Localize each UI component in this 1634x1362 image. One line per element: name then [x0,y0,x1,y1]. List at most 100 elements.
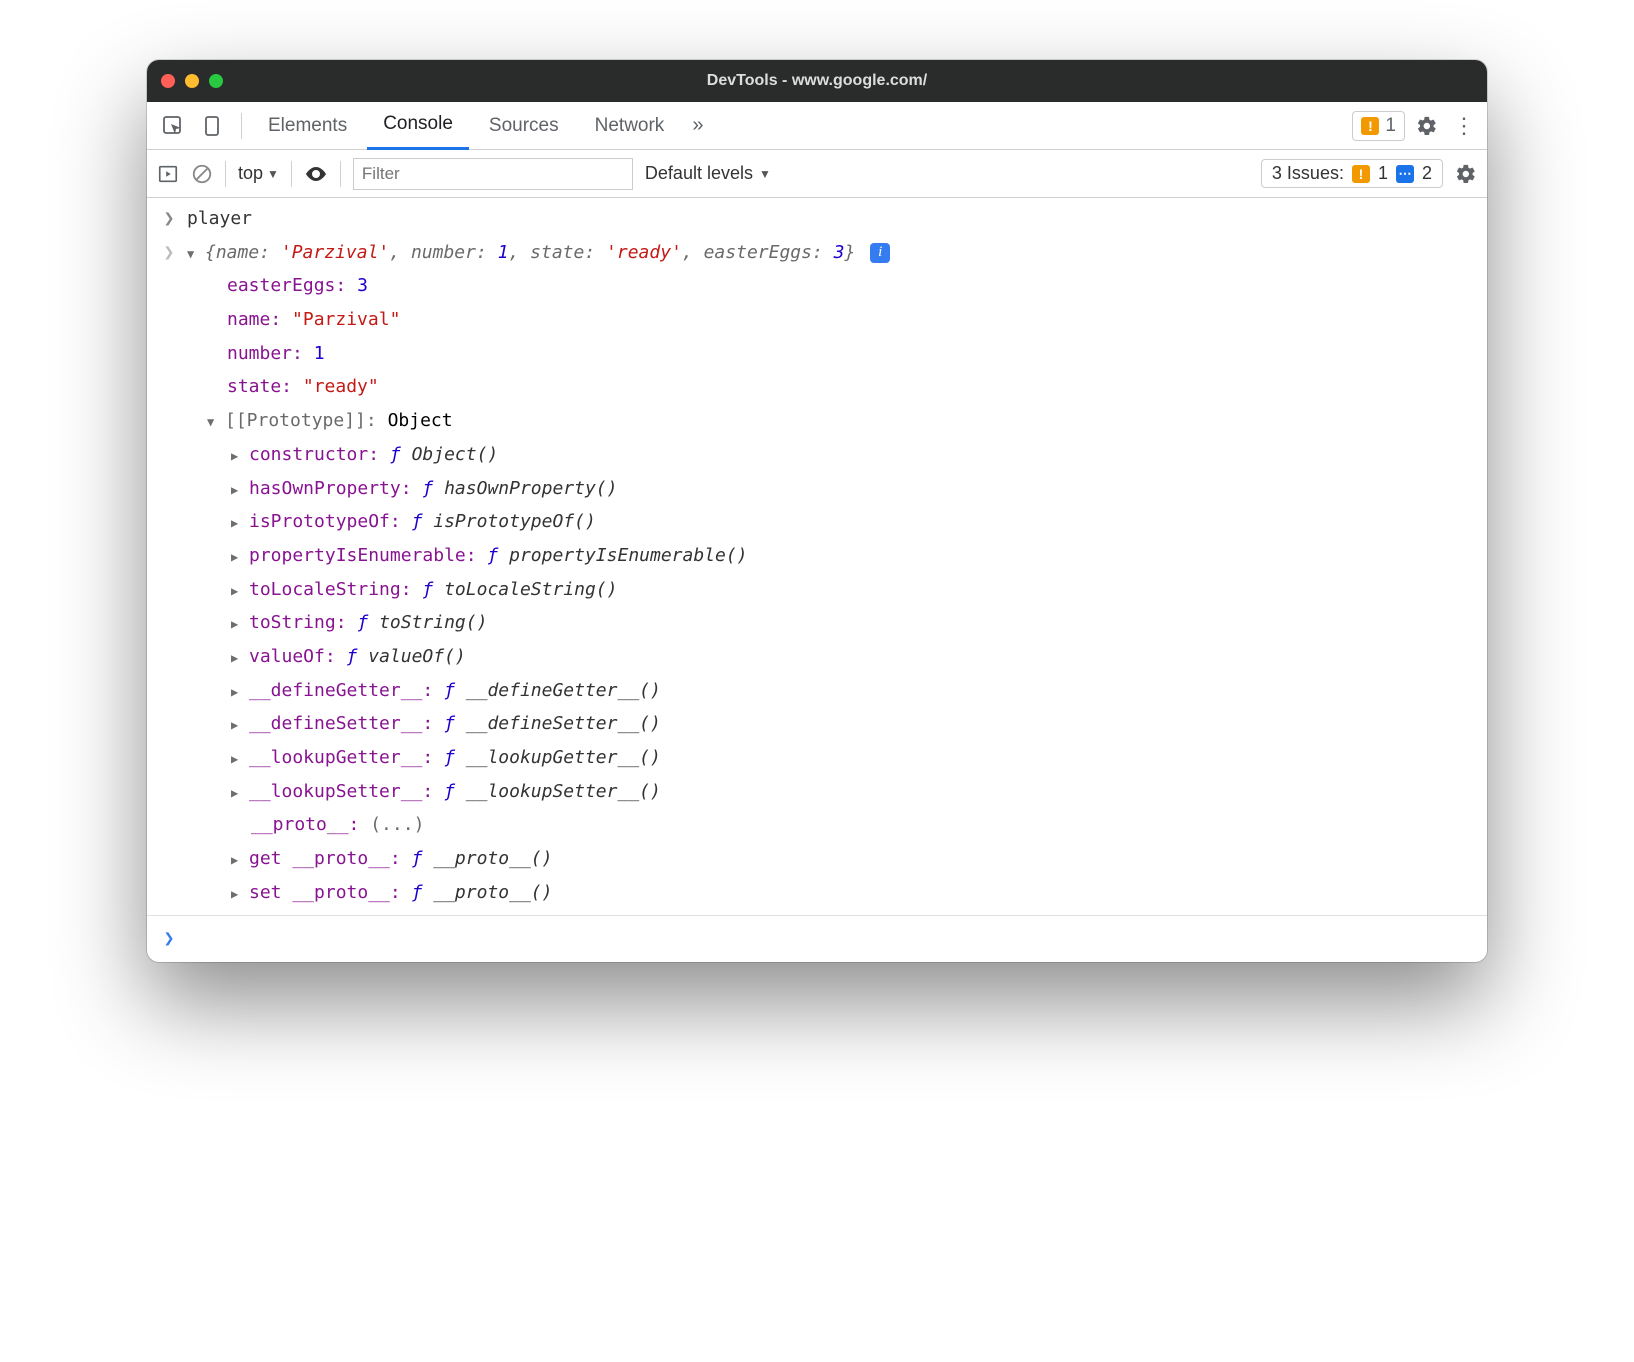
property-key: name: [227,309,281,330]
function-marker: ƒ [347,646,358,667]
settings-gear-icon[interactable] [1409,108,1445,144]
expand-triangle-icon[interactable]: ▶ [231,447,245,467]
expand-triangle-icon[interactable]: ▶ [231,514,245,534]
property-value: "ready" [303,376,379,397]
object-property-row[interactable]: easterEggs: 3 [147,269,1487,303]
tab-network[interactable]: Network [579,102,681,150]
info-tooltip-icon[interactable]: i [870,243,890,263]
function-marker: ƒ [412,882,423,903]
function-name: __defineSetter__() [466,713,661,734]
chevron-down-icon: ▼ [759,167,771,181]
prototype-method-row[interactable]: ▶propertyIsEnumerable: ƒ propertyIsEnume… [147,539,1487,573]
device-toggle-icon[interactable] [195,108,231,144]
method-key: isPrototypeOf: [249,511,401,532]
prototype-method-row[interactable]: ▶__defineGetter__: ƒ __defineGetter__() [147,674,1487,708]
minimize-button[interactable] [185,74,199,88]
prototype-method-row[interactable]: ▶__defineSetter__: ƒ __defineSetter__() [147,707,1487,741]
expand-triangle-icon[interactable]: ▶ [231,481,245,501]
issues-info-count: 2 [1422,163,1432,184]
clear-console-icon[interactable] [191,163,213,185]
expand-triangle-icon[interactable]: ▶ [231,885,245,905]
log-levels-dropdown[interactable]: Default levels ▼ [645,163,771,184]
prototype-accessor-row[interactable]: ▶get __proto__: ƒ __proto__() [147,842,1487,876]
console-prompt[interactable]: ❯ [147,915,1487,962]
expand-triangle-icon[interactable]: ▶ [231,582,245,602]
issues-warn-count: 1 [1378,163,1388,184]
function-marker: ƒ [422,579,433,600]
function-name: isPrototypeOf() [433,511,596,532]
console-result-row[interactable]: ❮ ▼{name: 'Parzival', number: 1, state: … [147,236,1487,270]
function-name: propertyIsEnumerable() [509,545,747,566]
expand-triangle-icon[interactable]: ▶ [231,615,245,635]
function-name: __proto__() [433,882,552,903]
separator [340,161,341,187]
console-settings-gear-icon[interactable] [1455,163,1477,185]
kebab-menu-icon[interactable]: ⋮ [1449,113,1479,139]
prototype-method-row[interactable]: ▶__lookupGetter__: ƒ __lookupGetter__() [147,741,1487,775]
info-icon: ⋯ [1396,165,1414,183]
prototype-method-row[interactable]: ▶valueOf: ƒ valueOf() [147,640,1487,674]
close-button[interactable] [161,74,175,88]
console-output: ❯ player ❮ ▼{name: 'Parzival', number: 1… [147,198,1487,962]
warning-icon: ! [1361,117,1379,135]
expand-triangle-icon[interactable]: ▶ [231,851,245,871]
warnings-badge[interactable]: ! 1 [1352,111,1405,141]
console-toolbar: top ▼ Default levels ▼ 3 Issues: ! 1 ⋯ 2 [147,150,1487,198]
input-expression: player [187,204,252,234]
return-chevron-icon: ❮ [161,238,177,268]
expand-triangle-icon[interactable]: ▼ [187,245,201,265]
prototype-method-row[interactable]: ▶constructor: ƒ Object() [147,438,1487,472]
property-key: state: [227,376,292,397]
prototype-method-row[interactable]: ▶toLocaleString: ƒ toLocaleString() [147,573,1487,607]
method-key: toLocaleString: [249,579,412,600]
function-marker: ƒ [390,444,401,465]
console-input-row[interactable]: ❯ player [147,202,1487,236]
sidebar-toggle-icon[interactable] [157,163,179,185]
prototype-method-row[interactable]: ▶__lookupSetter__: ƒ __lookupSetter__() [147,775,1487,809]
function-name: toLocaleString() [444,579,617,600]
property-value: 1 [314,343,325,364]
tab-sources[interactable]: Sources [473,102,575,150]
filter-input[interactable] [353,158,633,190]
prototype-row[interactable]: ▼[[Prototype]]: Object [147,404,1487,438]
method-key: __defineSetter__: [249,713,433,734]
prototype-accessor-row[interactable]: ▶set __proto__: ƒ __proto__() [147,876,1487,910]
method-key: __defineGetter__: [249,680,433,701]
method-key: toString: [249,612,347,633]
object-property-row[interactable]: name: "Parzival" [147,303,1487,337]
expand-triangle-icon[interactable]: ▼ [207,413,221,433]
expand-triangle-icon[interactable]: ▶ [231,784,245,804]
tab-console[interactable]: Console [367,102,469,150]
expand-triangle-icon[interactable]: ▶ [231,683,245,703]
function-name: toString() [379,612,487,633]
function-marker: ƒ [412,511,423,532]
prototype-method-row[interactable]: ▶toString: ƒ toString() [147,606,1487,640]
inspect-icon[interactable] [155,108,191,144]
expand-triangle-icon[interactable]: ▶ [231,716,245,736]
property-value: "Parzival" [292,309,400,330]
issues-badge[interactable]: 3 Issues: ! 1 ⋯ 2 [1261,159,1443,188]
devtools-window: DevTools - www.google.com/ Elements Cons… [147,60,1487,962]
prototype-method-row[interactable]: ▶isPrototypeOf: ƒ isPrototypeOf() [147,505,1487,539]
function-marker: ƒ [444,781,455,802]
separator [241,113,242,139]
input-chevron-icon: ❯ [161,204,177,234]
main-tabs: Elements Console Sources Network » ! 1 ⋮ [147,102,1487,150]
expand-triangle-icon[interactable]: ▶ [231,649,245,669]
proto-ellipsis-row[interactable]: __proto__: (...) [147,808,1487,842]
tab-elements[interactable]: Elements [252,102,363,150]
function-marker: ƒ [444,747,455,768]
object-property-row[interactable]: number: 1 [147,337,1487,371]
function-marker: ƒ [422,478,433,499]
method-key: __lookupSetter__: [249,781,433,802]
maximize-button[interactable] [209,74,223,88]
context-selector[interactable]: top ▼ [238,163,279,184]
prototype-method-row[interactable]: ▶hasOwnProperty: ƒ hasOwnProperty() [147,472,1487,506]
more-tabs-chevron-icon[interactable]: » [684,114,711,137]
expand-triangle-icon[interactable]: ▶ [231,750,245,770]
expand-triangle-icon[interactable]: ▶ [231,548,245,568]
property-key: easterEggs: [227,275,346,296]
live-expression-eye-icon[interactable] [304,162,328,186]
separator [291,161,292,187]
object-property-row[interactable]: state: "ready" [147,370,1487,404]
